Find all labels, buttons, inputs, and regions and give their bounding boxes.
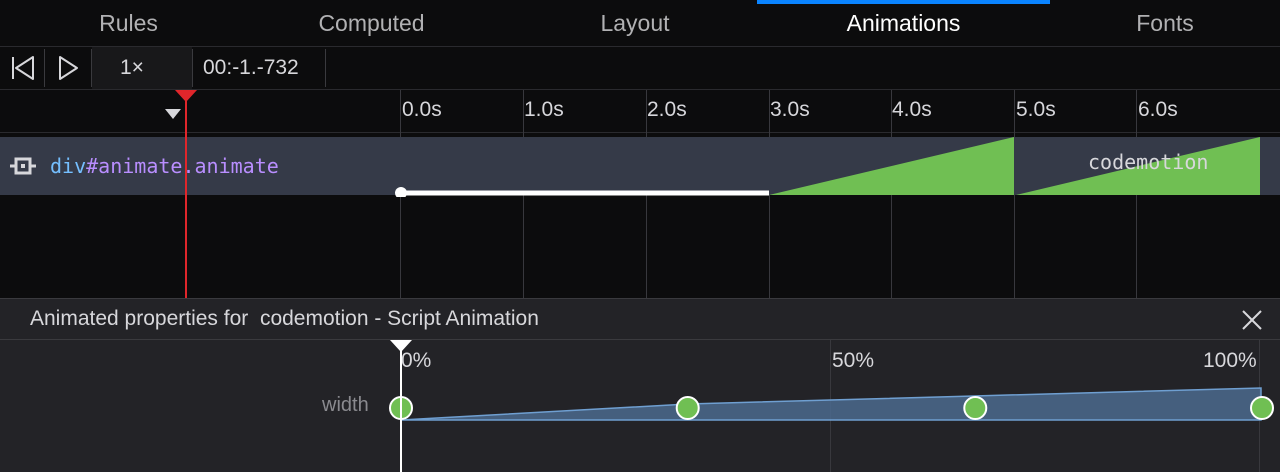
tick-label: 4.0s	[892, 98, 932, 121]
keyframe-marker[interactable]	[675, 396, 700, 420]
playback-rate-value: 1×	[120, 56, 144, 79]
iteration-1	[769, 137, 1014, 195]
keyframe-marker[interactable]	[1250, 396, 1274, 420]
rewind-icon	[12, 56, 34, 80]
tab-rules[interactable]: Rules	[0, 0, 257, 46]
tab-computed[interactable]: Computed	[257, 0, 486, 46]
animated-properties-header: Animated properties for codemotion - Scr…	[0, 299, 1280, 340]
tab-animations[interactable]: Animations	[757, 0, 1050, 46]
play-icon	[59, 56, 78, 80]
tick-label: 1.0s	[524, 98, 564, 121]
current-time-readout: 00:-1.-732	[203, 56, 299, 79]
animation-toolbar: 1× 00:-1.-732	[0, 47, 1280, 119]
keyframe-marker[interactable]	[963, 396, 988, 420]
tab-fonts[interactable]: Fonts	[1050, 0, 1280, 46]
panel-scrubber-line[interactable]	[400, 350, 402, 472]
scrubber-line[interactable]	[185, 95, 187, 298]
close-icon[interactable]	[1241, 309, 1263, 331]
play-button[interactable]	[45, 47, 91, 89]
tick-label: 5.0s	[1016, 98, 1056, 121]
tick-label: 3.0s	[770, 98, 810, 121]
tick-label: 6.0s	[1138, 98, 1178, 121]
devtools-tab-bar: Rules Computed Layout Animations Fonts	[0, 0, 1280, 47]
tick-label: 0.0s	[402, 98, 442, 121]
panel-title: Animated properties for codemotion - Scr…	[30, 307, 539, 330]
keyframe-markers	[389, 396, 1274, 420]
rewind-button[interactable]	[0, 47, 44, 89]
tick-label: 2.0s	[647, 98, 687, 121]
tab-layout[interactable]: Layout	[486, 0, 784, 46]
animation-name: codemotion	[1088, 150, 1209, 174]
delay-start-marker	[395, 187, 407, 197]
